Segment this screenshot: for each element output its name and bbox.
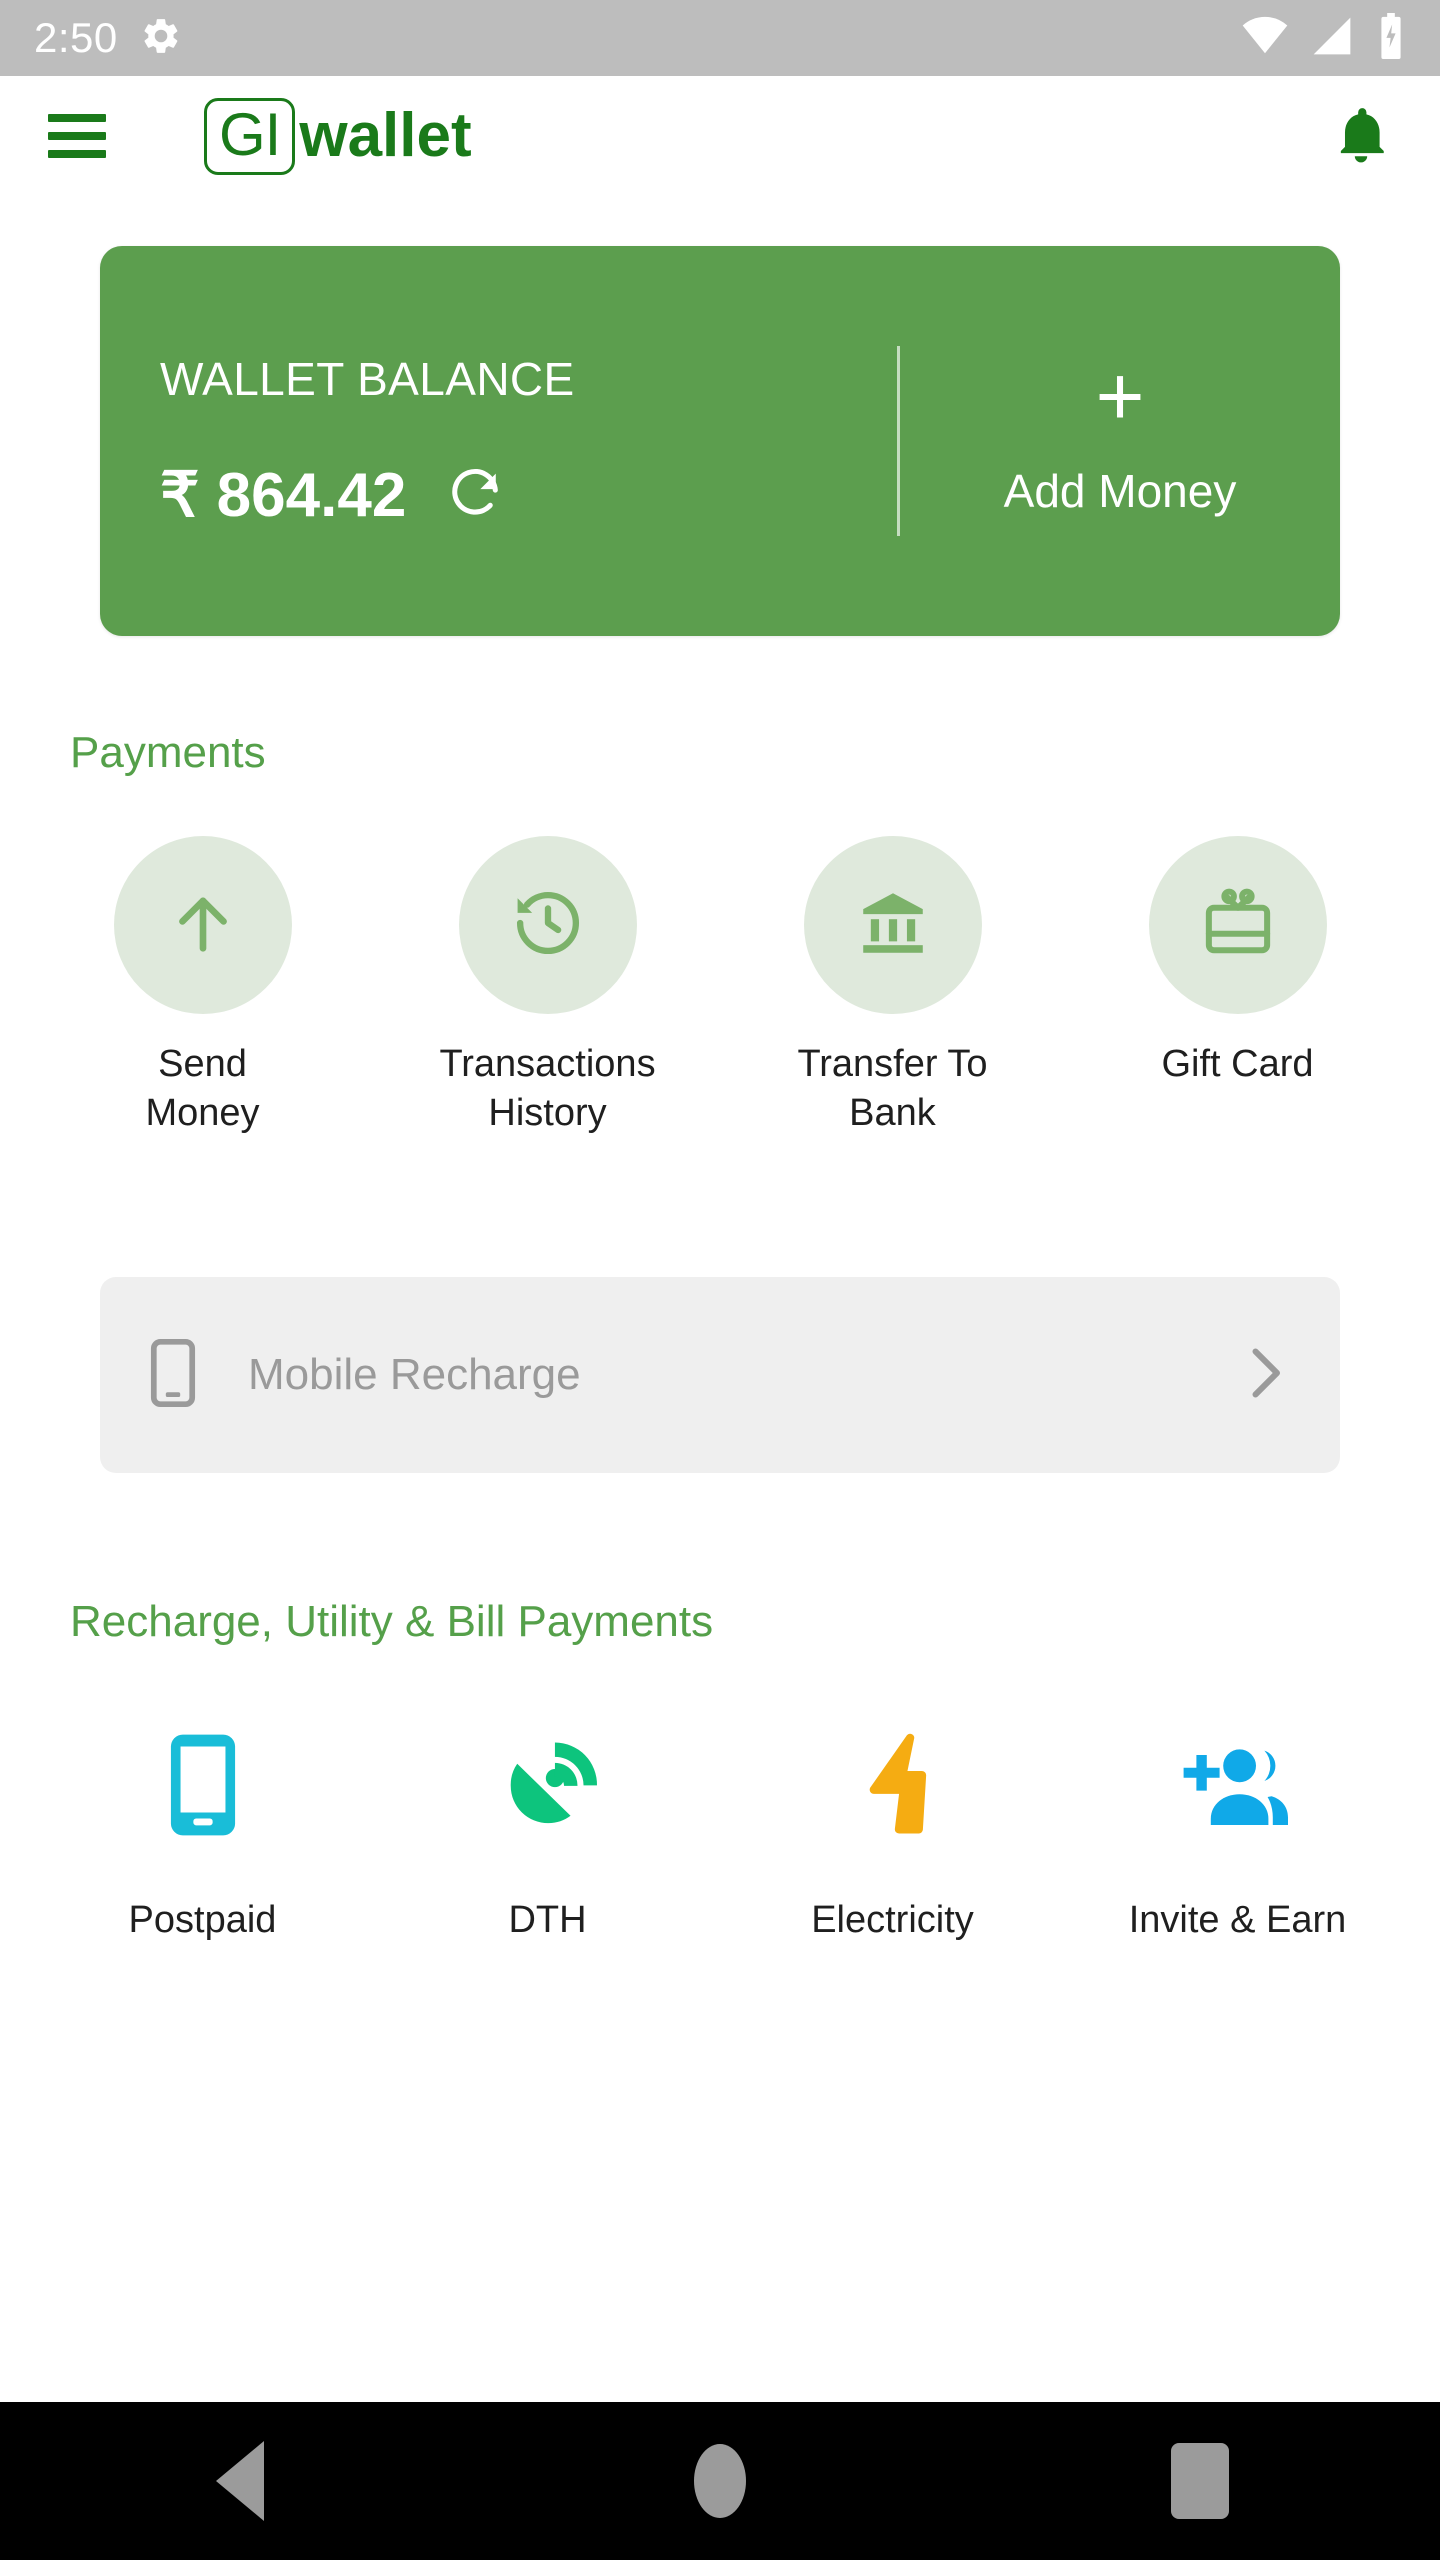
logo-mark-box: GI bbox=[204, 97, 296, 175]
satellite-dish-icon bbox=[496, 1733, 600, 1842]
refresh-icon[interactable] bbox=[446, 463, 504, 526]
payment-tile-send-money[interactable]: Send Money bbox=[30, 836, 375, 1137]
battery-charging-icon bbox=[1376, 12, 1406, 64]
payment-tile-label: Gift Card bbox=[1161, 1043, 1314, 1085]
gift-card-icon bbox=[1200, 885, 1276, 966]
icon-box bbox=[160, 1717, 246, 1857]
mobile-recharge-placeholder: Mobile Recharge bbox=[248, 1350, 581, 1400]
nav-back-button[interactable] bbox=[160, 2402, 320, 2560]
bill-payments-grid: Postpaid DTH Electricity Invite & Earn bbox=[0, 1717, 1440, 1942]
wallet-balance-card: WALLET BALANCE ₹ 864.42 + Add Money bbox=[100, 246, 1340, 636]
nav-home-button[interactable] bbox=[640, 2402, 800, 2560]
logo-mark-text: GI bbox=[219, 100, 281, 168]
smartphone-icon bbox=[146, 1337, 200, 1414]
hamburger-menu-icon[interactable] bbox=[48, 114, 106, 158]
balance-card-container: WALLET BALANCE ₹ 864.42 + Add Money bbox=[0, 196, 1440, 636]
home-circle-icon bbox=[694, 2444, 746, 2518]
bill-tile-label: Electricity bbox=[811, 1899, 974, 1942]
status-bar: 2:50 bbox=[0, 0, 1440, 76]
payments-section-heading: Payments bbox=[70, 728, 266, 777]
bill-payments-section-heading: Recharge, Utility & Bill Payments bbox=[70, 1597, 714, 1647]
payment-tile-label: Send Money bbox=[145, 1043, 260, 1134]
payment-tile-label: Transactions History bbox=[439, 1043, 656, 1134]
bank-icon bbox=[855, 885, 931, 966]
app-bar: GI wallet bbox=[0, 76, 1440, 196]
recents-square-icon bbox=[1171, 2443, 1229, 2519]
icon-box bbox=[496, 1717, 600, 1857]
icon-circle bbox=[458, 836, 637, 1014]
lightning-bolt-icon bbox=[851, 1729, 935, 1846]
app-logo: GI wallet bbox=[204, 97, 472, 175]
bill-tile-dth[interactable]: DTH bbox=[375, 1717, 720, 1942]
chevron-right-icon[interactable] bbox=[1234, 1343, 1294, 1408]
icon-circle bbox=[113, 836, 292, 1014]
icon-circle bbox=[1148, 836, 1327, 1014]
add-money-label: Add Money bbox=[1003, 464, 1237, 517]
wallet-balance-label: WALLET BALANCE bbox=[160, 352, 575, 405]
payment-tile-label: Transfer To Bank bbox=[797, 1043, 988, 1134]
nav-recents-button[interactable] bbox=[1120, 2402, 1280, 2560]
icon-circle bbox=[803, 836, 982, 1014]
bill-tile-label: Invite & Earn bbox=[1128, 1899, 1347, 1942]
payments-grid: Send Money Transactions History Transfer… bbox=[0, 836, 1440, 1137]
logo-word-text: wallet bbox=[299, 101, 472, 170]
wifi-icon bbox=[1242, 13, 1288, 64]
payment-tile-transfer-to-bank[interactable]: Transfer To Bank bbox=[720, 836, 1065, 1137]
bill-tile-invite-earn[interactable]: Invite & Earn bbox=[1065, 1717, 1410, 1942]
gear-icon bbox=[140, 15, 182, 62]
android-navigation-bar bbox=[0, 2402, 1440, 2560]
plus-icon: + bbox=[1095, 348, 1145, 443]
icon-box bbox=[851, 1717, 935, 1857]
smartphone-filled-icon bbox=[160, 1730, 246, 1845]
status-time: 2:50 bbox=[34, 14, 118, 61]
back-triangle-icon bbox=[216, 2441, 264, 2521]
payment-tile-transactions-history[interactable]: Transactions History bbox=[375, 836, 720, 1137]
cellular-signal-icon bbox=[1310, 14, 1354, 63]
bill-tile-postpaid[interactable]: Postpaid bbox=[30, 1717, 375, 1942]
status-bar-right bbox=[1242, 12, 1406, 64]
bill-tile-electricity[interactable]: Electricity bbox=[720, 1717, 1065, 1942]
add-people-icon bbox=[1178, 1737, 1298, 1838]
icon-box bbox=[1178, 1717, 1298, 1857]
bill-tile-label: Postpaid bbox=[128, 1899, 277, 1942]
add-money-button[interactable]: + Add Money bbox=[900, 348, 1340, 518]
balance-amount-row: ₹ 864.42 bbox=[160, 458, 897, 531]
app-screen: 2:50 GI wallet WALLET BALANCE ₹ 864.42 +… bbox=[0, 0, 1440, 2560]
wallet-balance-amount: ₹ 864.42 bbox=[160, 460, 407, 530]
mobile-recharge-container: Mobile Recharge bbox=[0, 1277, 1440, 1474]
bill-tile-label: DTH bbox=[508, 1899, 587, 1942]
history-clock-icon bbox=[510, 885, 586, 966]
mobile-recharge-field[interactable]: Mobile Recharge bbox=[100, 1277, 1340, 1474]
balance-info: WALLET BALANCE ₹ 864.42 bbox=[100, 352, 897, 531]
bell-icon[interactable] bbox=[1330, 103, 1392, 170]
payment-tile-gift-card[interactable]: Gift Card bbox=[1065, 836, 1410, 1137]
arrow-up-icon bbox=[165, 885, 241, 966]
status-bar-left: 2:50 bbox=[34, 15, 182, 62]
